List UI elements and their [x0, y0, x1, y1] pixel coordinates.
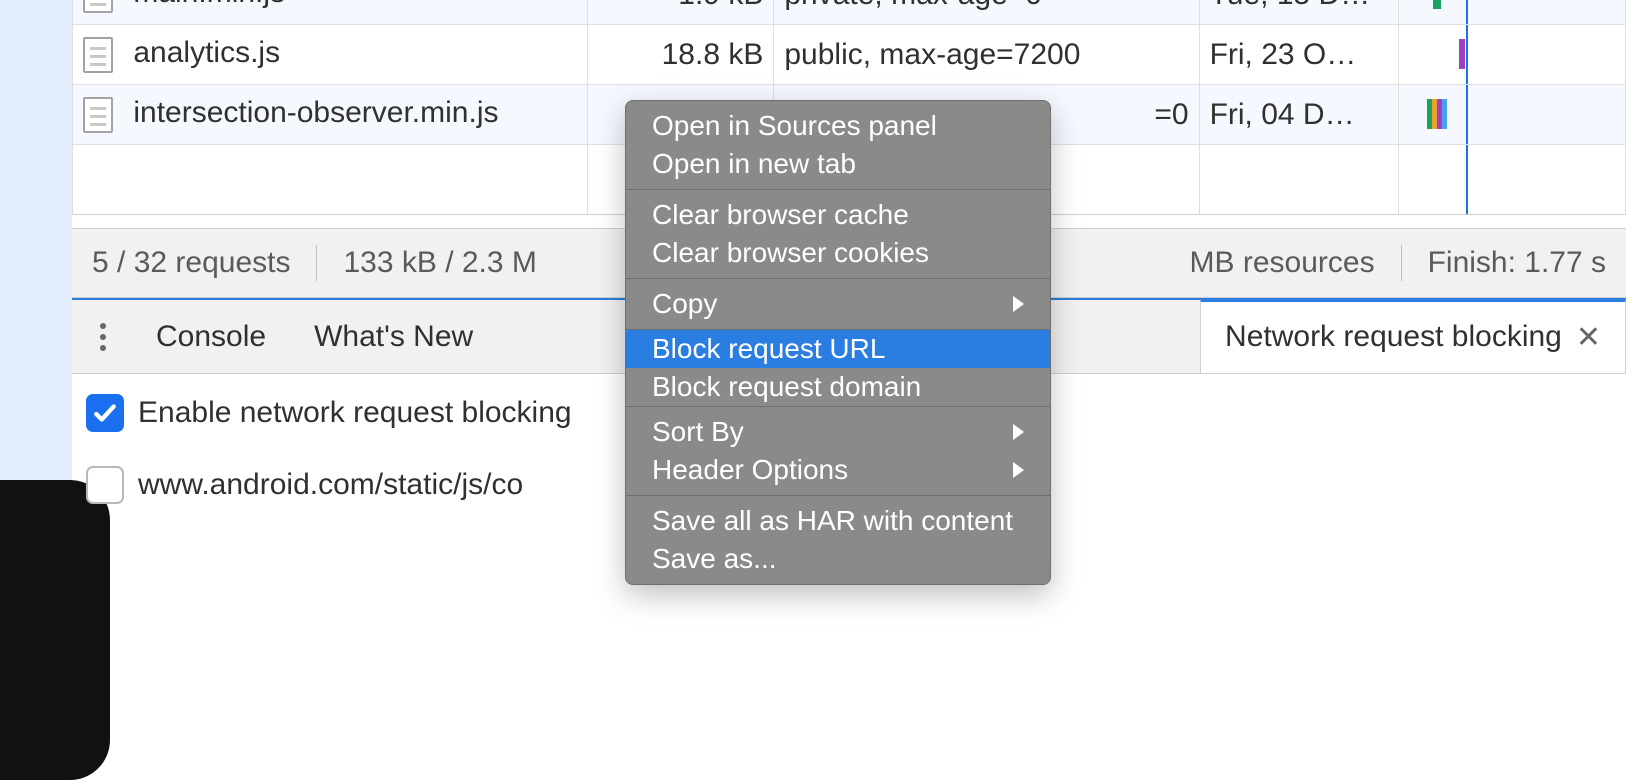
close-icon[interactable]: ✕ [1576, 320, 1601, 355]
submenu-arrow-icon [1013, 296, 1024, 312]
pattern-checkbox[interactable] [86, 466, 124, 504]
file-name: intersection-observer.min.js [133, 96, 498, 129]
cell-waterfall [1398, 25, 1625, 85]
submenu-arrow-icon [1013, 424, 1024, 440]
waterfall-bar [1459, 39, 1465, 69]
tab-whats-new[interactable]: What's New [290, 300, 497, 374]
menu-sort-by[interactable]: Sort By [626, 413, 1050, 451]
waterfall-marker [1466, 0, 1468, 24]
menu-header-options[interactable]: Header Options [626, 451, 1050, 489]
cell-date: Fri, 04 D… [1199, 85, 1398, 145]
left-margin: s [0, 0, 72, 720]
waterfall-bar [1433, 0, 1441, 9]
pattern-text: www.android.com/static/js/co [138, 468, 523, 502]
waterfall-bar [1442, 99, 1447, 129]
file-icon [83, 37, 113, 73]
enable-blocking-label: Enable network request blocking [138, 396, 572, 430]
menu-block-request-url[interactable]: Block request URL [626, 330, 1050, 368]
menu-save-har[interactable]: Save all as HAR with content [626, 502, 1050, 540]
summary-requests: 5 / 32 requests [92, 246, 290, 280]
more-tabs-button[interactable] [80, 323, 126, 351]
table-row[interactable]: analytics.js 18.8 kB public, max-age=720… [73, 25, 1626, 85]
tab-label: Network request blocking [1225, 320, 1562, 354]
file-name: analytics.js [133, 36, 280, 69]
cell-cache: private, max-age=0 [774, 0, 1199, 25]
separator [316, 245, 317, 281]
menu-block-request-domain[interactable]: Block request domain [626, 368, 1050, 406]
context-menu: Open in Sources panel Open in new tab Cl… [625, 100, 1051, 585]
menu-copy[interactable]: Copy [626, 285, 1050, 323]
submenu-arrow-icon [1013, 462, 1024, 478]
menu-open-new-tab[interactable]: Open in new tab [626, 145, 1050, 183]
cell-size: 1.9 kB [588, 0, 774, 25]
waterfall-marker [1466, 145, 1468, 214]
menu-open-sources[interactable]: Open in Sources panel [626, 107, 1050, 145]
cell-cache: public, max-age=7200 [774, 25, 1199, 85]
menu-clear-cache[interactable]: Clear browser cache [626, 196, 1050, 234]
cell-waterfall [1398, 0, 1625, 25]
table-row[interactable]: main.min.js 1.9 kB private, max-age=0 Tu… [73, 0, 1626, 25]
tab-network-request-blocking[interactable]: Network request blocking ✕ [1200, 299, 1626, 373]
enable-blocking-checkbox[interactable] [86, 394, 124, 432]
waterfall-marker [1466, 25, 1468, 84]
cell-size: 18.8 kB [588, 25, 774, 85]
tab-console[interactable]: Console [132, 300, 290, 374]
waterfall-marker [1466, 85, 1468, 144]
file-icon [83, 97, 113, 133]
file-name: main.min.js [133, 0, 285, 9]
separator [1401, 245, 1402, 281]
cell-date: Tue, 15 D… [1199, 0, 1398, 25]
summary-finish: Finish: 1.77 s [1428, 246, 1606, 280]
file-icon [83, 0, 113, 13]
summary-resources: MB resources [1190, 246, 1375, 280]
cell-date: Fri, 23 O… [1199, 25, 1398, 85]
menu-clear-cookies[interactable]: Clear browser cookies [626, 234, 1050, 272]
menu-save-as[interactable]: Save as... [626, 540, 1050, 578]
cell-waterfall [1398, 85, 1625, 145]
summary-transferred: 133 kB / 2.3 M [343, 246, 536, 280]
